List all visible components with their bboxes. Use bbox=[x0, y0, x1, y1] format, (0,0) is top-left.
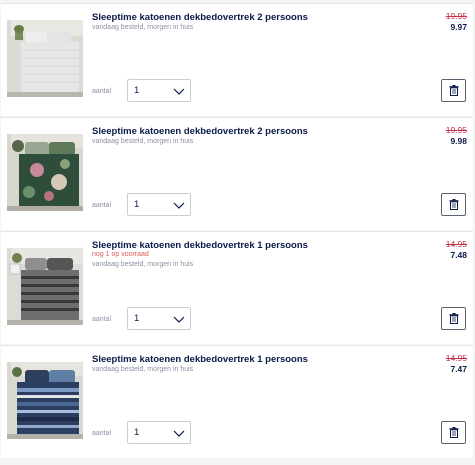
quantity-select[interactable]: 1 bbox=[127, 421, 191, 444]
trash-icon bbox=[449, 85, 459, 96]
quantity-select[interactable]: 1 bbox=[127, 193, 191, 216]
product-title[interactable]: Sleeptime katoenen dekbedovertrek 1 pers… bbox=[92, 240, 308, 251]
delete-button[interactable] bbox=[441, 193, 466, 216]
delivery-info: vandaag besteld, morgen in huis bbox=[92, 138, 194, 145]
quantity-value: 1 bbox=[134, 85, 140, 96]
original-price: 14.95 bbox=[445, 353, 467, 363]
delivery-info: vandaag besteld, morgen in huis bbox=[92, 24, 194, 31]
cart-item: Sleeptime katoenen dekbedovertrek 1 pers… bbox=[1, 345, 473, 458]
chevron-down-icon bbox=[173, 316, 185, 323]
chevron-down-icon bbox=[173, 202, 185, 209]
delivery-info: vandaag besteld, morgen in huis bbox=[92, 366, 194, 373]
product-image[interactable] bbox=[7, 362, 83, 439]
delivery-info: vandaag besteld, morgen in huis bbox=[92, 261, 194, 268]
product-image[interactable] bbox=[7, 248, 83, 325]
quantity-label: aantal bbox=[92, 88, 112, 95]
quantity-label: aantal bbox=[92, 316, 112, 323]
product-image[interactable] bbox=[7, 20, 83, 97]
quantity-label: aantal bbox=[92, 202, 112, 209]
quantity-value: 1 bbox=[134, 313, 140, 324]
delete-button[interactable] bbox=[441, 79, 466, 102]
trash-icon bbox=[449, 313, 459, 324]
product-title[interactable]: Sleeptime katoenen dekbedovertrek 1 pers… bbox=[92, 354, 308, 365]
quantity-label: aantal bbox=[92, 430, 112, 437]
quantity-select[interactable]: 1 bbox=[127, 79, 191, 102]
sale-price: 9.97 bbox=[450, 22, 467, 32]
original-price: 19.95 bbox=[445, 125, 467, 135]
sale-price: 7.48 bbox=[450, 250, 467, 260]
sale-price: 7.47 bbox=[450, 364, 467, 374]
cart-item: Sleeptime katoenen dekbedovertrek 2 pers… bbox=[1, 117, 473, 230]
trash-icon bbox=[449, 427, 459, 438]
product-image[interactable] bbox=[7, 134, 83, 211]
trash-icon bbox=[449, 199, 459, 210]
product-title[interactable]: Sleeptime katoenen dekbedovertrek 2 pers… bbox=[92, 126, 308, 137]
delete-button[interactable] bbox=[441, 421, 466, 444]
cart-item: Sleeptime katoenen dekbedovertrek 1 pers… bbox=[1, 231, 473, 344]
shopping-cart: Sleeptime katoenen dekbedovertrek 2 pers… bbox=[0, 0, 475, 465]
sale-price: 9.98 bbox=[450, 136, 467, 146]
cart-item: Sleeptime katoenen dekbedovertrek 2 pers… bbox=[1, 3, 473, 116]
quantity-value: 1 bbox=[134, 199, 140, 210]
chevron-down-icon bbox=[173, 430, 185, 437]
original-price: 14.95 bbox=[445, 239, 467, 249]
quantity-value: 1 bbox=[134, 427, 140, 438]
product-title[interactable]: Sleeptime katoenen dekbedovertrek 2 pers… bbox=[92, 12, 308, 23]
delete-button[interactable] bbox=[441, 307, 466, 330]
chevron-down-icon bbox=[173, 88, 185, 95]
original-price: 19.95 bbox=[445, 11, 467, 21]
quantity-select[interactable]: 1 bbox=[127, 307, 191, 330]
stock-warning: nog 1 op voorraad bbox=[92, 251, 149, 258]
